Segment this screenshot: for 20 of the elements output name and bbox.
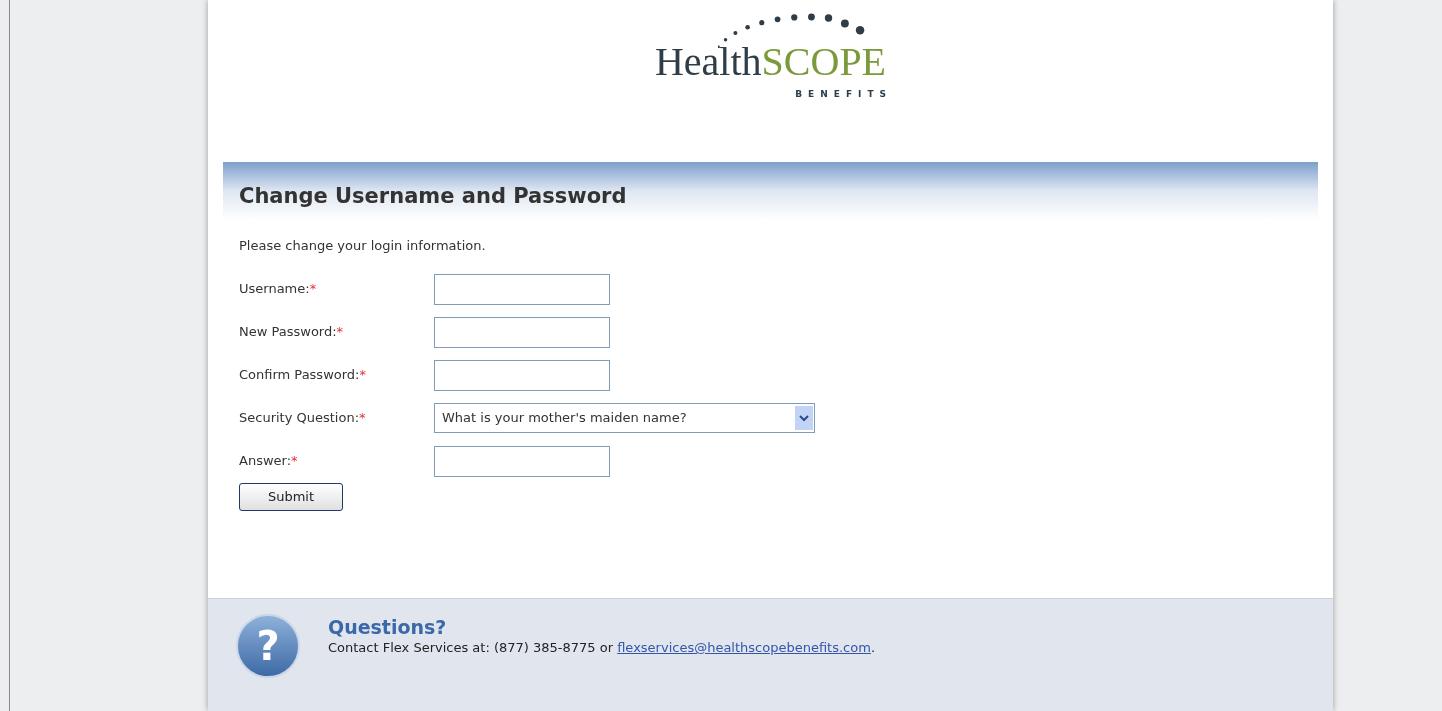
input-field[interactable] <box>434 273 610 305</box>
field-label: Username:* <box>239 280 318 299</box>
questions-heading: Questions? <box>328 616 448 638</box>
logo-tagline: BENEFITS <box>795 88 893 101</box>
input-field[interactable] <box>434 359 610 391</box>
intro-text: Please change your login information. <box>239 237 487 255</box>
question-icon: ? <box>236 614 300 678</box>
field-label: Confirm Password:* <box>239 366 367 385</box>
logo-accent: SCOPE <box>761 42 887 82</box>
field-label: New Password:* <box>239 323 345 342</box>
contact-text: Contact Flex Services at: (877) 385-8775 or flexservices@healthscopebenefits.com. <box>328 639 876 657</box>
input-field[interactable] <box>434 445 610 477</box>
field-label: Answer:* <box>239 452 299 471</box>
logo-wordmark: Health <box>654 42 762 82</box>
email-link[interactable]: flexservices@healthscopebenefits.com <box>617 640 871 655</box>
field-label: Security Question:* <box>239 409 367 428</box>
form-title: Change Username and Password <box>239 182 627 210</box>
submit-button[interactable]: Submit <box>239 482 343 511</box>
input-field[interactable] <box>434 316 610 348</box>
security-question-select[interactable]: What is your mother's maiden name? <box>434 403 815 433</box>
